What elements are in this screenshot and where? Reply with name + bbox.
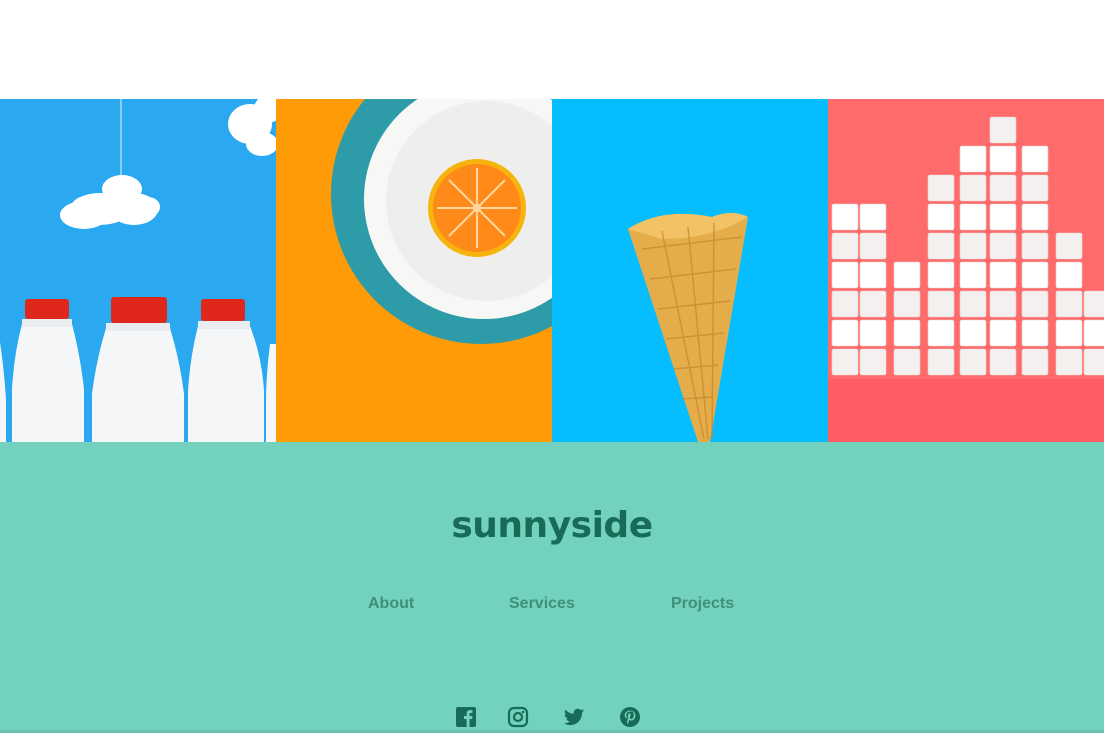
sugar-cubes-image [828,99,1104,442]
milk-bottles-image [0,99,276,442]
footer-logo[interactable]: sunnyside [0,505,1104,546]
gallery-image-sugar-cubes [828,99,1104,442]
instagram-icon[interactable] [507,706,529,728]
site-footer [0,442,1104,733]
facebook-icon[interactable] [455,706,477,728]
nav-link-about[interactable]: About [368,595,414,613]
gallery-image-orange-plate [276,99,552,442]
orange-plate-image [276,99,552,442]
nav-link-projects[interactable]: Projects [671,595,734,613]
nav-link-services[interactable]: Services [509,595,575,613]
gallery-image-ice-cream-cone [552,99,828,442]
pinterest-icon[interactable] [619,706,641,728]
gallery-image-milk-bottles [0,99,276,442]
twitter-icon[interactable] [563,706,585,728]
image-gallery [0,99,1104,442]
ice-cream-cone-image [552,99,828,442]
top-whitespace [0,0,1104,99]
